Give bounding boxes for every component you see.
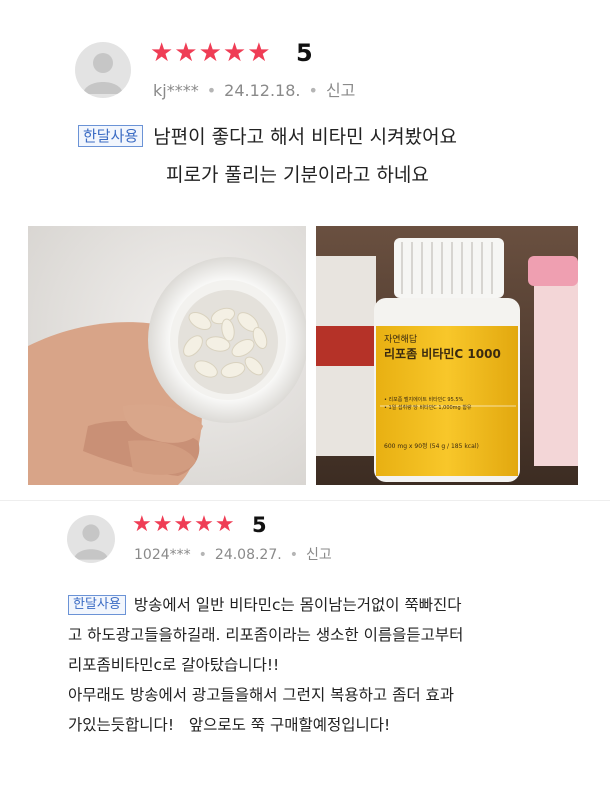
avatar [75,42,131,98]
review-line: 남편이 좋다고 해서 비타민 시켜봤어요 [153,126,458,148]
review-meta: kj**** • 24.12.18. • 신고 [153,81,356,100]
user-avatar-icon [73,524,109,560]
review-2: ★★★★★ 5 1024*** • 24.08.27. • 신고 한달사용 방송에서 일반… [0,500,610,796]
review-text: 한달사용 남편이 좋다고 해서 비타민 시켜봤어요 피로가 풀리는 기분이라고 하… [78,118,578,194]
review-line: 방송에서 일반 비타민c는 몸이남는거없이 쭉빠진다 [133,596,462,614]
user-avatar-icon [83,53,123,94]
review-photo-1[interactable] [28,226,306,485]
review-line: 피로가 풀리는 기분이라고 하네요 [166,164,429,186]
product-label: 자연해답 리포좀 비타민C 1000 • 리포좀 벨지에이트 비타민C 95.5… [384,334,514,451]
review-line: 고 하도광고들을하길래. 리포좀이라는 생소한 이름을듣고부터 [68,626,464,644]
review-line: 아무래도 방송에서 광고들을해서 그런지 복용하고 좀더 효과 [68,686,455,704]
report-button[interactable]: 신고 [306,547,332,563]
star-rating: ★★★★★ [150,38,272,68]
label-detail: • 1일 섭취량 당 비타민C 1,000mg 함유 [384,405,472,411]
username: kj**** [153,81,199,100]
usage-tag: 한달사용 [68,595,126,615]
username: 1024*** [134,547,191,563]
report-button[interactable]: 신고 [326,81,355,100]
review-1: ★★★★★ 5 kj**** • 24.12.18. • 신고 한달사용 남편이 좋다고 … [0,0,610,500]
label-weight: 600 mg x 90정 (54 g / 185 kcal) [384,443,479,450]
review-date: 24.08.27. [214,547,282,563]
rating-score: 5 [252,513,267,537]
rating-score: 5 [296,39,313,67]
review-text: 한달사용 방송에서 일반 비타민c는 몸이남는거없이 쭉빠진다 고 하도광고들을하… [68,590,588,740]
review-date: 24.12.18. [224,81,301,100]
review-meta: 1024*** • 24.08.27. • 신고 [134,547,332,563]
review-line: 리포좀비타민c로 갈아탔습니다!! [68,656,280,674]
review-line: 가있는듯합니다! 앞으로도 쭉 구매할예정입니다! [68,716,391,734]
usage-tag: 한달사용 [78,125,144,147]
label-product-name: 리포좀 비타민C 1000 [384,347,501,361]
review-photo-2[interactable]: 자연해답 리포좀 비타민C 1000 • 리포좀 벨지에이트 비타민C 95.5… [316,226,578,485]
label-brand: 자연해답 [384,335,418,345]
star-rating: ★★★★★ [132,512,236,537]
avatar [67,515,115,563]
label-detail: • 리포좀 벨지에이트 비타민C 95.5% [384,397,464,403]
